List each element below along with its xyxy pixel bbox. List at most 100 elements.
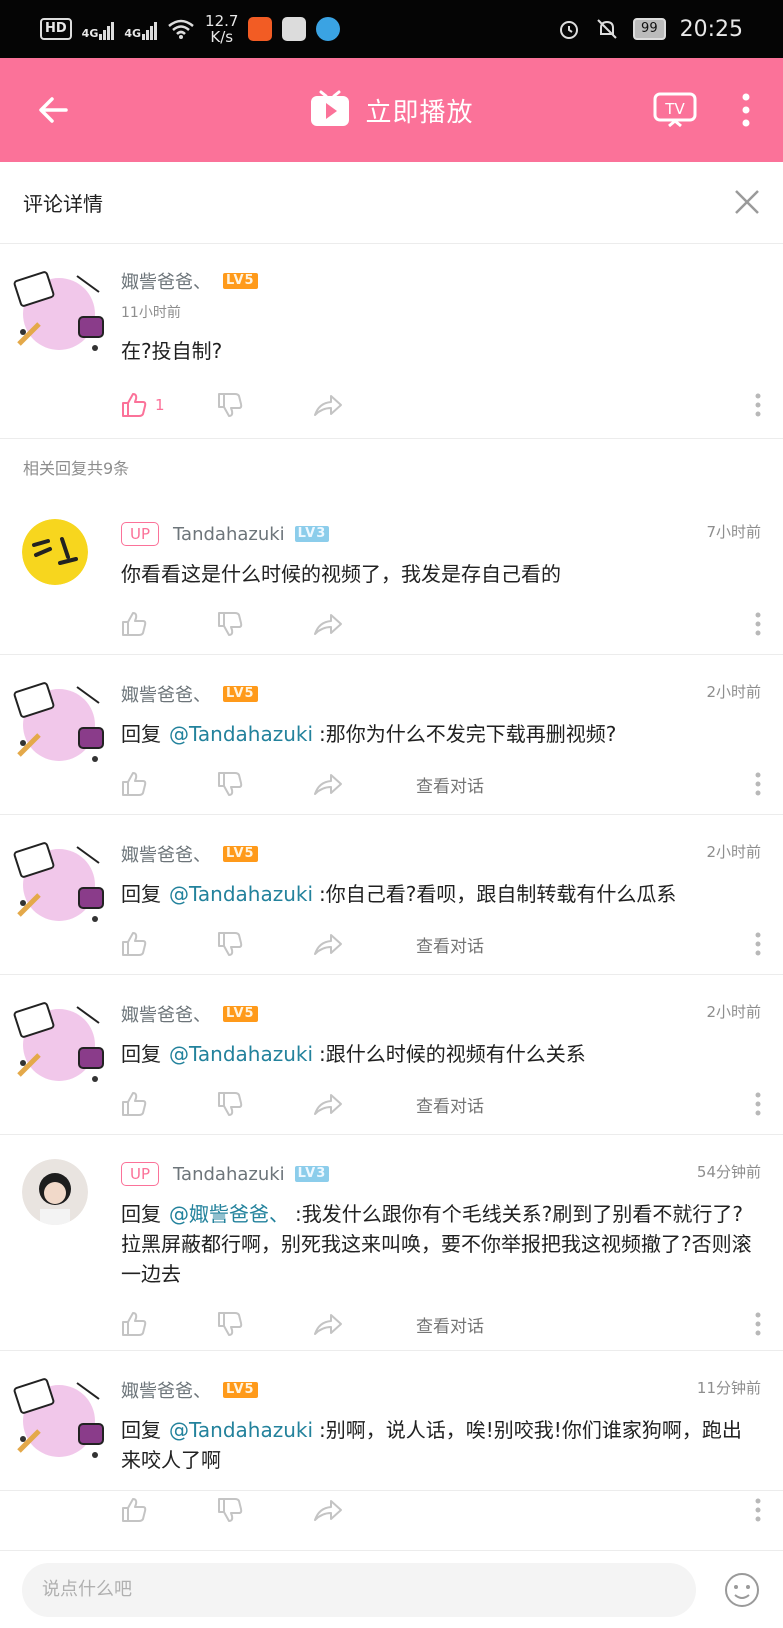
like-button[interactable]: [121, 931, 217, 957]
reply-item: 7小时前 UP Tandahazuki LV3 你看看这是什么时候的视频了，我发是存自己…: [0, 495, 783, 655]
mention-link[interactable]: @娵訾爸爸、: [169, 1202, 289, 1226]
level-badge: LV5: [223, 846, 258, 862]
level-badge: LV5: [223, 1006, 258, 1022]
share-button[interactable]: [313, 1498, 409, 1522]
avatar[interactable]: [9, 993, 109, 1093]
more-vertical-icon[interactable]: [755, 1312, 761, 1336]
comment-text: 在?投自制?: [121, 339, 223, 363]
more-vertical-icon[interactable]: [755, 1498, 761, 1522]
like-button[interactable]: 1: [121, 392, 217, 418]
avatar[interactable]: [9, 1369, 109, 1469]
reply-header: 娵訾爸爸、 LV5: [121, 975, 761, 1031]
username[interactable]: 娵訾爸爸、: [121, 681, 211, 707]
share-icon: [314, 614, 342, 635]
tv-cast-button[interactable]: TV: [653, 92, 697, 132]
username[interactable]: 娵訾爸爸、: [121, 841, 211, 867]
comment-input[interactable]: [22, 1562, 696, 1617]
thumbs-up-icon: [122, 772, 147, 796]
username[interactable]: Tandahazuki: [173, 1164, 285, 1185]
clock: 20:25: [679, 16, 743, 42]
close-icon[interactable]: [733, 188, 761, 216]
share-button[interactable]: [313, 393, 409, 417]
thumbs-up-icon: [122, 1092, 147, 1116]
thumbs-down-icon: [218, 612, 243, 636]
mention-link[interactable]: @Tandahazuki: [169, 882, 313, 906]
mention-link[interactable]: @Tandahazuki: [169, 1042, 313, 1066]
reply-item: 2小时前 娵訾爸爸、 LV5 回复 @Tandahazuki:跟什么时候的视频有什么关系…: [0, 975, 783, 1135]
share-button[interactable]: [313, 772, 409, 796]
reply-prefix: 回复: [121, 882, 161, 906]
dislike-button[interactable]: [217, 392, 313, 418]
dislike-button[interactable]: [217, 1091, 313, 1117]
reply-list: 7小时前 UP Tandahazuki LV3 你看看这是什么时候的视频了，我发是存自己…: [0, 495, 783, 1522]
reply-header: 娵訾爸爸、 LV5: [121, 1351, 761, 1407]
avatar[interactable]: [22, 1159, 88, 1225]
reply-time: 11分钟前: [696, 1379, 761, 1397]
reply-item: 2小时前 娵訾爸爸、 LV5 回复 @Tandahazuki:那你为什么不发完下载再删视…: [0, 655, 783, 815]
more-vertical-icon[interactable]: [755, 932, 761, 956]
more-vertical-icon[interactable]: [755, 1092, 761, 1116]
avatar[interactable]: [9, 673, 109, 773]
reply-text: 回复 @Tandahazuki:别啊，说人话，唉!别咬我!你们谁家狗啊，跑出来咬人…: [121, 1415, 761, 1475]
up-badge: UP: [121, 522, 160, 546]
dislike-button[interactable]: [217, 771, 313, 797]
thumbs-up-icon: [122, 1498, 147, 1522]
avatar[interactable]: [9, 262, 109, 362]
view-conversation-link[interactable]: 查看对话: [416, 1312, 484, 1337]
reply-actions: 查看对话: [121, 1299, 761, 1349]
like-button[interactable]: [121, 1497, 217, 1523]
reply-text: 你看看这是什么时候的视频了，我发是存自己看的: [121, 559, 761, 589]
replies-count: 相关回复共9条: [23, 459, 130, 478]
like-button[interactable]: [121, 1311, 217, 1337]
more-vertical-icon[interactable]: [741, 92, 751, 128]
dislike-button[interactable]: [217, 1497, 313, 1523]
app-notification-icon: [248, 17, 273, 41]
like-button[interactable]: [121, 1091, 217, 1117]
username[interactable]: 娵訾爸爸、: [121, 268, 211, 294]
like-button[interactable]: [121, 771, 217, 797]
alarm-icon: [560, 21, 579, 39]
wifi-icon: [168, 19, 194, 39]
reply-content: :那你为什么不发完下载再删视频?: [319, 722, 617, 746]
dislike-button[interactable]: [217, 1311, 313, 1337]
username[interactable]: Tandahazuki: [173, 524, 285, 545]
view-conversation-link[interactable]: 查看对话: [416, 772, 484, 797]
reply-text: 回复 @Tandahazuki:跟什么时候的视频有什么关系: [121, 1039, 761, 1069]
thumbs-up-icon: [122, 393, 147, 417]
battery-indicator: 99: [633, 18, 666, 40]
dislike-button[interactable]: [217, 931, 313, 957]
up-badge: UP: [121, 1162, 160, 1186]
username[interactable]: 娵訾爸爸、: [121, 1001, 211, 1027]
mention-link[interactable]: @Tandahazuki: [169, 722, 313, 746]
more-vertical-icon[interactable]: [755, 393, 761, 417]
more-vertical-icon[interactable]: [755, 772, 761, 796]
network-type-label: 4G: [124, 27, 142, 40]
thumbs-up-icon: [122, 932, 147, 956]
share-button[interactable]: [313, 1312, 409, 1336]
app-notification-icon: [282, 17, 307, 41]
avatar[interactable]: [22, 519, 88, 585]
like-button[interactable]: [121, 611, 217, 637]
mention-link[interactable]: @Tandahazuki: [169, 1418, 313, 1442]
comment-time: 11小时前: [121, 305, 181, 321]
reply-time: 2小时前: [706, 683, 761, 701]
share-button[interactable]: [313, 1092, 409, 1116]
reply-time: 2小时前: [706, 843, 761, 861]
reply-header: 娵訾爸爸、 LV5: [121, 815, 761, 871]
level-badge: LV5: [223, 273, 258, 289]
share-button[interactable]: [313, 932, 409, 956]
level-badge: LV3: [294, 526, 330, 542]
avatar[interactable]: [9, 833, 109, 933]
dislike-button[interactable]: [217, 611, 313, 637]
view-conversation-link[interactable]: 查看对话: [416, 1092, 484, 1117]
thumbs-down-icon: [218, 1092, 243, 1116]
username[interactable]: 娵訾爸爸、: [121, 1377, 211, 1403]
reply-time: 2小时前: [706, 1003, 761, 1021]
reply-text: 回复 @娵訾爸爸、:我发什么跟你有个毛线关系?刷到了别看不就行了?拉黑屏蔽都行啊，…: [121, 1199, 761, 1289]
emoji-icon[interactable]: [723, 1571, 761, 1609]
reply-actions: 查看对话: [121, 919, 761, 969]
more-vertical-icon[interactable]: [755, 612, 761, 636]
share-button[interactable]: [313, 612, 409, 636]
view-conversation-link[interactable]: 查看对话: [416, 932, 484, 957]
speed-unit: K/s: [210, 28, 234, 46]
